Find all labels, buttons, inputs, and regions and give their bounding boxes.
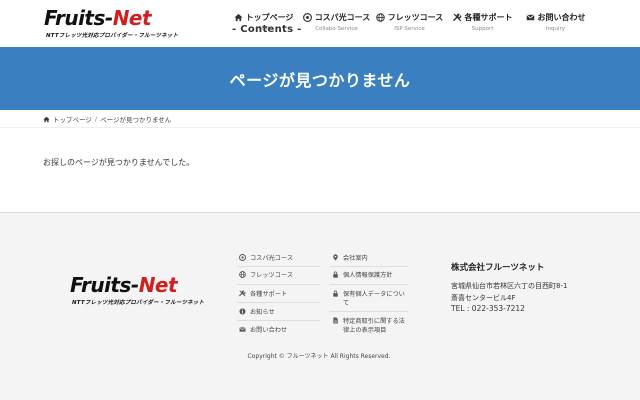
site-logo[interactable]: Fruits-Net NTTフレッツ光対応プロバイダー・フルーツネット: [44, 6, 178, 42]
wifi-icon: [239, 254, 246, 261]
logo-wordmark: Fruits-Net: [70, 273, 178, 297]
footer-contents-title: - Contents -: [232, 24, 302, 35]
globe-icon: [375, 13, 385, 22]
wifi-icon: [302, 13, 312, 22]
company-address: 宮城県仙台市若林区六丁の目西町8-1 斎喜センタービル4F: [451, 282, 568, 302]
logo-tagline: NTTフレッツ光対応プロバイダー・フルーツネット: [46, 33, 179, 39]
mail-icon: [525, 14, 535, 21]
nav-sub: ISP Service: [394, 26, 425, 32]
nav-sub: Inquiry: [545, 26, 566, 32]
nav-label: コスパ光コース: [314, 13, 371, 22]
footer-link-privacy-policy[interactable]: 個人情報保護方針: [332, 271, 412, 280]
logo-wordmark: Fruits-Net: [44, 6, 152, 30]
footer-divider: [330, 266, 408, 267]
footer-divider: [237, 266, 320, 267]
lock-icon: [333, 290, 338, 297]
footer-logo[interactable]: Fruits-Net NTTフレッツ光対応プロバイダー・フルーツネット: [70, 273, 204, 309]
nav-item-flets[interactable]: フレッツコース ISP Service: [373, 12, 446, 32]
footer-divider: [237, 320, 320, 321]
site-header: Fruits-Net NTTフレッツ光対応プロバイダー・フルーツネット トップペ…: [0, 0, 640, 47]
site-footer: Fruits-Net NTTフレッツ光対応プロバイダー・フルーツネット: [0, 212, 640, 400]
nav-label: フレッツコース: [387, 13, 444, 22]
logo-tagline: NTTフレッツ光対応プロバイダー・フルーツネット: [72, 300, 205, 306]
page-title: ページが見つかりません: [229, 70, 411, 90]
not-found-message: お探しのページが見つかりませんでした。: [43, 158, 195, 167]
nav-label: 各種サポート: [464, 13, 513, 22]
footer-divider: [330, 311, 408, 312]
breadcrumb-divider: [0, 127, 640, 128]
footer-link-news[interactable]: お知らせ: [239, 308, 389, 317]
nav-item-cospa[interactable]: コスパ光コース Collabo Service: [300, 12, 373, 32]
nav-label: トップページ: [245, 13, 294, 22]
footer-divider: [330, 284, 408, 285]
company-name: 株式会社フルーツネット: [451, 263, 545, 273]
breadcrumb-home-link[interactable]: トップページ: [53, 114, 92, 124]
home-icon: [43, 116, 50, 122]
nav-item-inquiry[interactable]: お問い合わせ Inquiry: [519, 12, 592, 32]
nav-label: お問い合わせ: [537, 13, 586, 22]
breadcrumb-separator: /: [94, 115, 98, 123]
breadcrumb-current: ページが見つかりません: [100, 116, 172, 124]
footer-divider: [237, 284, 320, 285]
nav-sub: Collabo Service: [315, 26, 358, 32]
footer-divider: [237, 302, 320, 303]
page-title-band: ページが見つかりません: [0, 47, 640, 110]
footer-link-personal-data[interactable]: 保有個人データについて: [332, 290, 412, 308]
home-icon: [234, 13, 243, 22]
footer-link-company[interactable]: 会社案内: [332, 254, 412, 263]
wrench-icon: [452, 13, 461, 22]
wrench-icon: [239, 290, 246, 297]
mail-icon: [239, 327, 246, 332]
footer-link-commercial-law[interactable]: 特定商取引に関する法 律上の表示項目: [332, 317, 412, 335]
lock-icon: [333, 271, 338, 278]
info-icon: [239, 308, 246, 315]
map-pin-icon: [333, 254, 338, 261]
copyright: Copyright © フルーツネット All Rights Reserved.: [247, 353, 391, 360]
breadcrumb: トップページ / ページが見つかりません: [43, 114, 171, 124]
globe-icon: [239, 271, 246, 278]
nav-sub: Support: [471, 26, 494, 32]
company-tel: TEL : 022-353-7212: [451, 304, 525, 313]
nav-item-support[interactable]: 各種サポート Support: [446, 12, 519, 32]
document-icon: [333, 317, 338, 324]
